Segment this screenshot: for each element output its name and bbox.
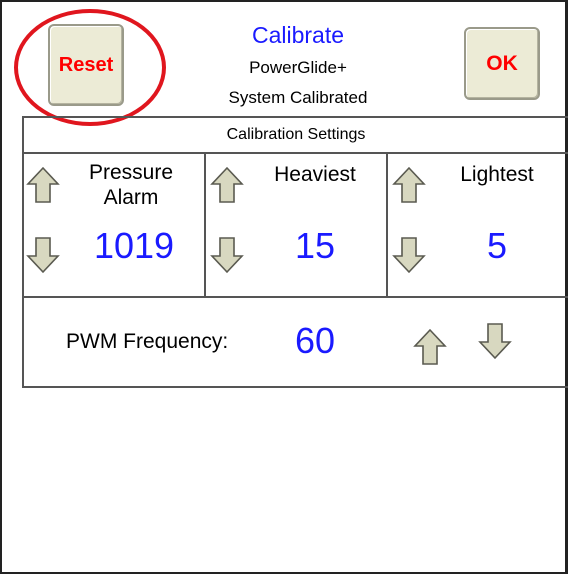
pwm-frequency-down-button[interactable] [478,322,512,360]
product-name: PowerGlide+ [249,58,347,77]
up-arrow-icon [413,328,447,365]
heaviest-cell: Heaviest 15 [206,154,388,296]
heaviest-up-button[interactable] [210,166,244,204]
pressure-alarm-label-line1: Pressure [88,161,174,184]
lightest-value: 5 [486,225,508,266]
lightest-down-button[interactable] [392,236,426,274]
pressure-alarm-down-button[interactable] [26,236,60,274]
pwm-frequency-value: 60 [295,320,336,361]
pressure-alarm-label-line2: Alarm [103,186,159,209]
calibration-settings-panel: Calibration Settings Pressure Alarm 1019… [22,116,568,388]
pwm-frequency-row: PWM Frequency: 60 [24,296,568,386]
section-title: Calibration Settings [24,118,568,154]
down-arrow-icon [478,323,512,360]
up-arrow-icon [210,166,244,203]
pwm-frequency-label: PWM Frequency: [66,330,229,353]
calibration-status: System Calibrated [228,88,368,107]
lightest-up-button[interactable] [392,166,426,204]
ok-button[interactable]: OK [464,27,540,100]
lightest-label: Lightest [460,163,534,186]
pressure-alarm-up-button[interactable] [26,166,60,204]
pressure-alarm-cell: Pressure Alarm 1019 [24,154,206,296]
pressure-alarm-label: Pressure Alarm [64,160,198,210]
pressure-alarm-value: 1019 [93,225,175,266]
up-arrow-icon [26,166,60,203]
down-arrow-icon [392,237,426,274]
heaviest-down-button[interactable] [210,236,244,274]
heaviest-value: 15 [294,225,336,266]
down-arrow-icon [26,237,60,274]
up-arrow-icon [392,166,426,203]
reset-button[interactable]: Reset [48,24,124,106]
lightest-cell: Lightest 5 [388,154,568,296]
pwm-frequency-up-button[interactable] [413,328,447,366]
page-title: Calibrate [251,22,345,48]
down-arrow-icon [210,237,244,274]
heaviest-label: Heaviest [274,163,356,186]
